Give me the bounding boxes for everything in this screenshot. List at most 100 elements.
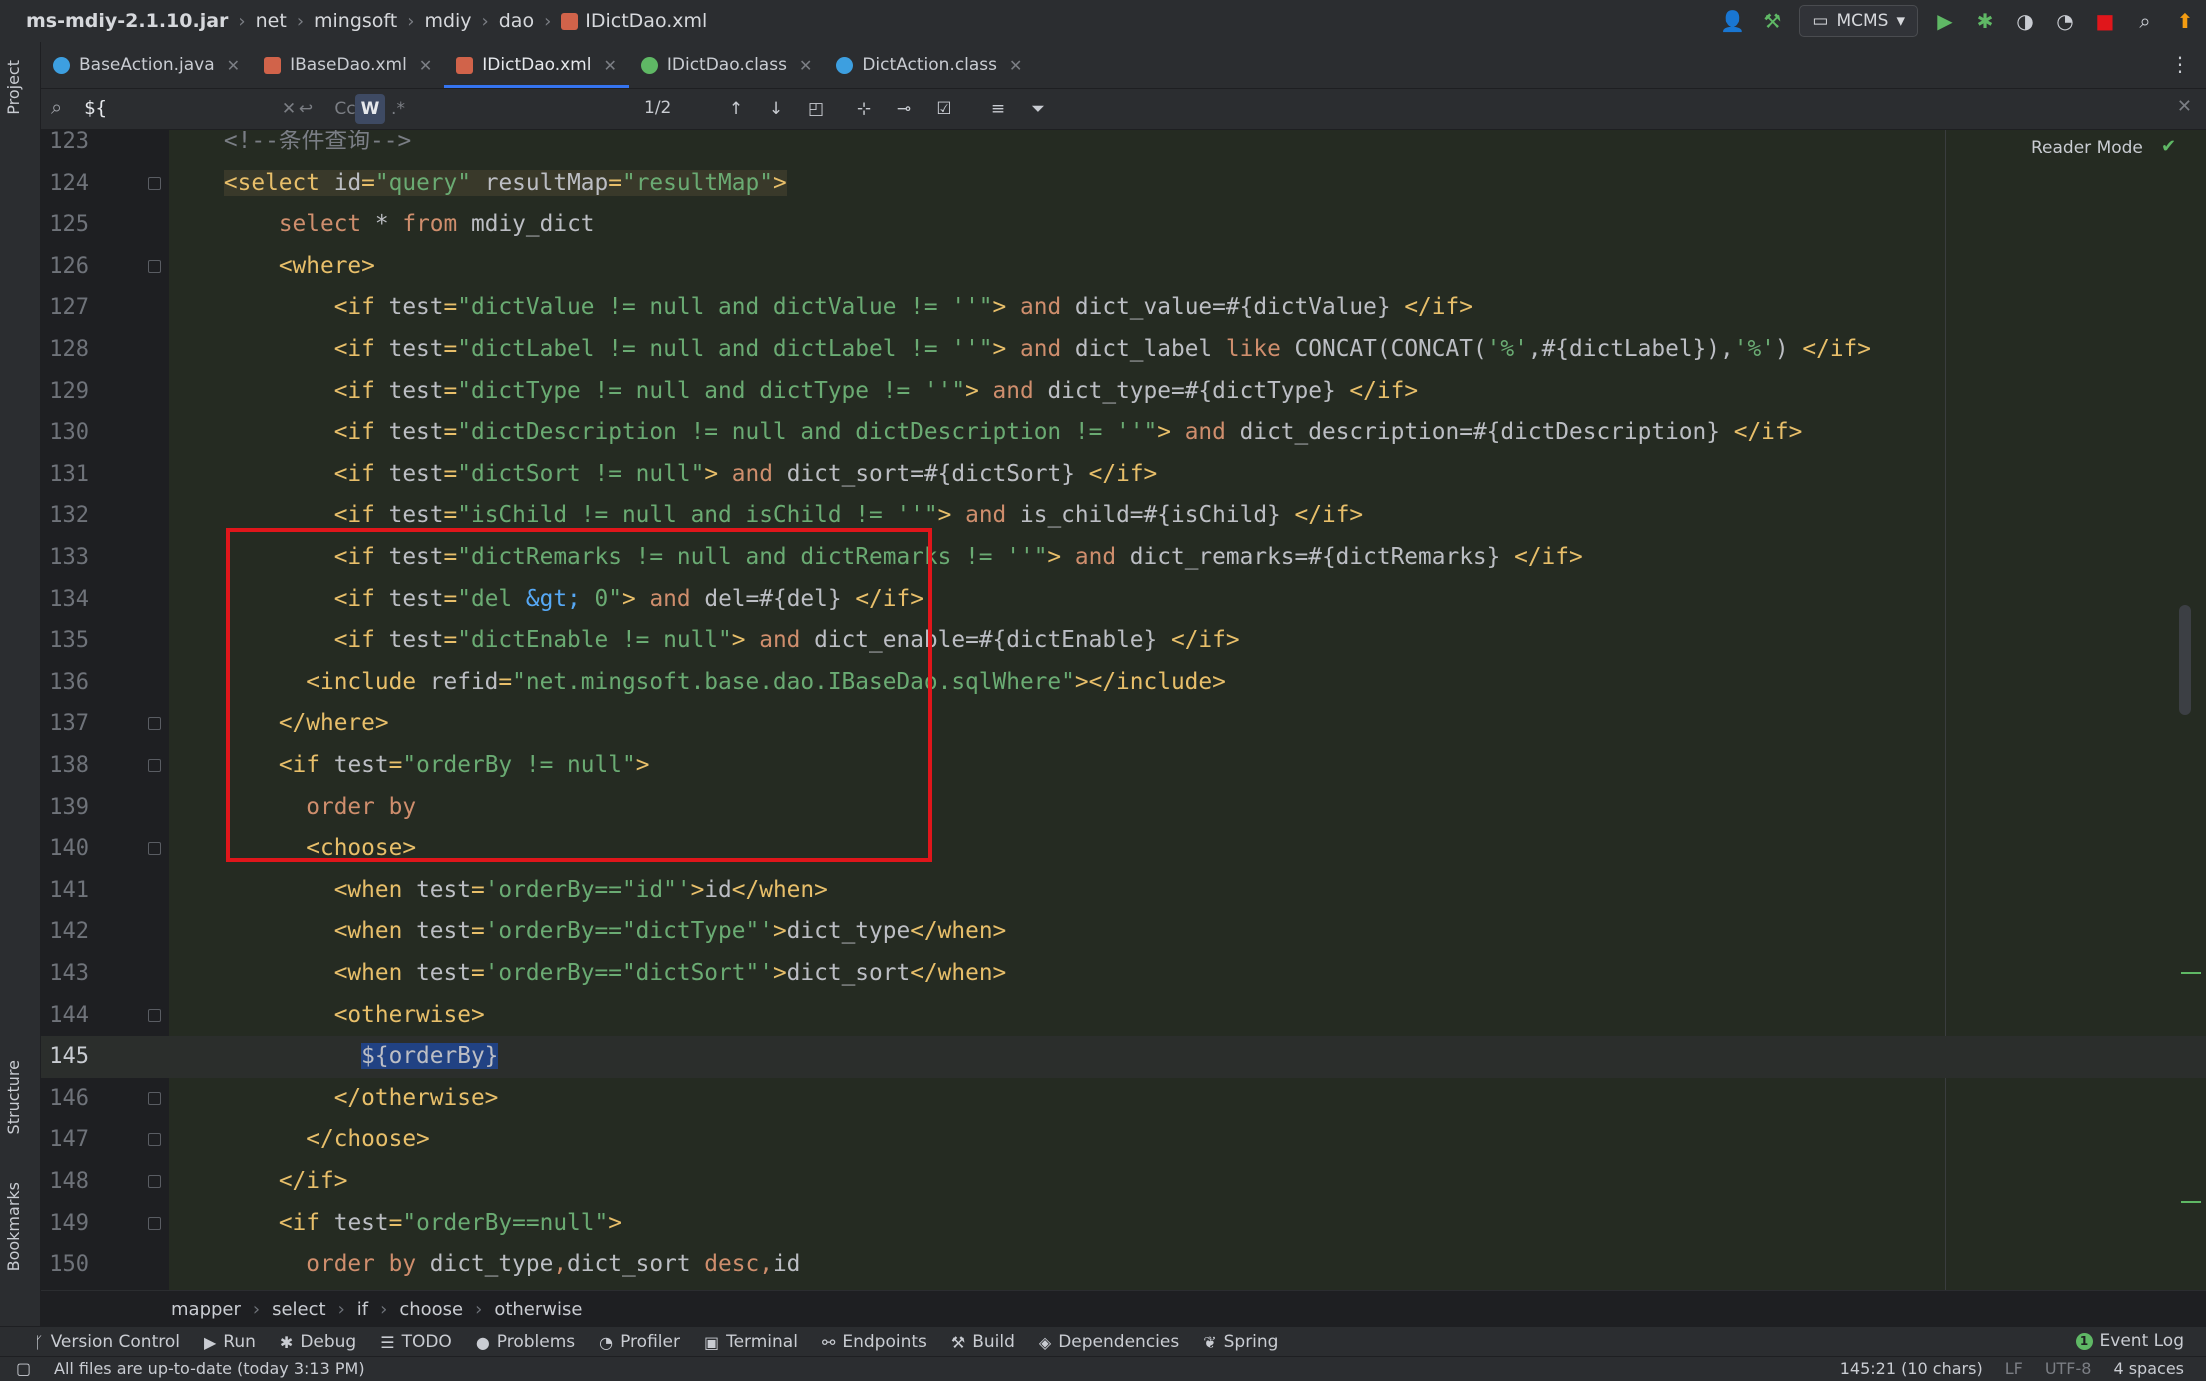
xml-path-select[interactable]: select bbox=[272, 1299, 325, 1320]
code-text[interactable]: ${orderBy} bbox=[169, 1036, 499, 1078]
line-number[interactable]: 149 bbox=[41, 1203, 89, 1245]
profile-icon[interactable]: ◔ bbox=[2052, 8, 2078, 34]
line-number[interactable]: 125 bbox=[41, 204, 89, 246]
code-text[interactable]: order by dict_type,dict_sort desc,id bbox=[169, 1244, 800, 1286]
fold-marker-icon[interactable] bbox=[148, 1008, 161, 1022]
fold-marker-icon[interactable] bbox=[148, 717, 161, 731]
line-number[interactable]: 126 bbox=[41, 246, 89, 288]
line-number[interactable]: 134 bbox=[41, 579, 89, 621]
close-icon[interactable]: ✕ bbox=[419, 56, 432, 75]
breadcrumb-file[interactable]: IDictDao.xml bbox=[585, 10, 707, 32]
xml-path-choose[interactable]: choose bbox=[399, 1299, 463, 1320]
project-panel-button[interactable]: Project bbox=[4, 60, 23, 115]
coverage-icon[interactable]: ◑ bbox=[2012, 8, 2038, 34]
code-line[interactable]: 149 <if test="orderBy==null"> bbox=[41, 1203, 2206, 1245]
fold-marker-icon[interactable] bbox=[148, 1133, 161, 1147]
code-text[interactable]: </otherwise> bbox=[169, 1078, 499, 1120]
code-line[interactable]: 142 <when test='orderBy=="dictType"'>dic… bbox=[41, 911, 2206, 953]
line-number[interactable]: 127 bbox=[41, 287, 89, 329]
line-number[interactable]: 138 bbox=[41, 745, 89, 787]
code-line[interactable]: 143 <when test='orderBy=="dictSort"'>dic… bbox=[41, 953, 2206, 995]
line-number[interactable]: 130 bbox=[41, 412, 89, 454]
line-number[interactable]: 124 bbox=[41, 163, 89, 205]
tool-window-todo[interactable]: ☰ TODO bbox=[380, 1332, 452, 1352]
line-number[interactable]: 132 bbox=[41, 495, 89, 537]
xml-path-otherwise[interactable]: otherwise bbox=[494, 1299, 582, 1320]
close-icon[interactable]: ✕ bbox=[2177, 96, 2192, 117]
breadcrumb-dao[interactable]: dao bbox=[499, 10, 534, 32]
tool-window-problems[interactable]: ● Problems bbox=[476, 1332, 575, 1352]
code-text[interactable]: <where> bbox=[169, 246, 375, 288]
line-number[interactable]: 129 bbox=[41, 371, 89, 413]
code-line[interactable]: 125 select * from mdiy_dict bbox=[41, 204, 2206, 246]
code-text[interactable]: </choose> bbox=[169, 1119, 430, 1161]
xml-path-mapper[interactable]: mapper bbox=[171, 1299, 241, 1320]
code-text[interactable]: select * from mdiy_dict bbox=[169, 204, 595, 246]
line-number[interactable]: 136 bbox=[41, 662, 89, 704]
close-icon[interactable]: ✕ bbox=[799, 56, 812, 75]
code-text[interactable]: <if test="dictSort != null"> and dict_so… bbox=[169, 454, 1158, 496]
stop-icon[interactable]: ■ bbox=[2092, 8, 2118, 34]
file-encoding[interactable]: UTF-8 bbox=[2045, 1359, 2092, 1378]
breadcrumb-jar[interactable]: ms-mdiy-2.1.10.jar bbox=[26, 10, 228, 32]
arrow-up-icon[interactable]: ↑ bbox=[721, 94, 751, 124]
code-line[interactable]: 126 <where> bbox=[41, 246, 2206, 288]
code-editor[interactable]: 123 <!--条件查询--> 124 <select id="query" re… bbox=[41, 130, 2206, 1290]
close-icon[interactable]: ✕ bbox=[1009, 56, 1022, 75]
fold-marker-icon[interactable] bbox=[148, 259, 161, 273]
filter-icon[interactable]: ⏷ bbox=[1023, 94, 1053, 124]
close-icon[interactable]: ✕ bbox=[603, 56, 616, 75]
code-text[interactable]: <if test="orderBy==null"> bbox=[169, 1203, 622, 1245]
line-number[interactable]: 141 bbox=[41, 870, 89, 912]
code-line[interactable]: 147 </choose> bbox=[41, 1119, 2206, 1161]
code-text[interactable]: <otherwise> bbox=[169, 995, 485, 1037]
run-configuration-select[interactable]: ▭ MCMS ▾ bbox=[1799, 5, 1918, 37]
code-line[interactable]: 131 <if test="dictSort != null"> and dic… bbox=[41, 454, 2206, 496]
words-toggle[interactable]: W bbox=[355, 94, 385, 124]
reader-mode-toggle[interactable]: Reader Mode bbox=[2031, 138, 2143, 158]
line-number[interactable]: 144 bbox=[41, 995, 89, 1037]
code-text[interactable]: <when test='orderBy=="dictType"'>dict_ty… bbox=[169, 911, 1007, 953]
select-occurrences-icon[interactable]: ☑ bbox=[929, 94, 959, 124]
code-text[interactable]: <if test="dictLabel != null and dictLabe… bbox=[169, 329, 1871, 371]
line-number[interactable]: 123 bbox=[41, 130, 89, 163]
line-number[interactable]: 140 bbox=[41, 828, 89, 870]
code-line[interactable]: 145 ${orderBy} bbox=[41, 1036, 2206, 1078]
xml-path-if[interactable]: if bbox=[357, 1299, 368, 1320]
tab-dictaction-class[interactable]: DictAction.class ✕ bbox=[824, 42, 1034, 88]
arrow-down-icon[interactable]: ↓ bbox=[761, 94, 791, 124]
line-number[interactable]: 135 bbox=[41, 620, 89, 662]
line-number[interactable]: 146 bbox=[41, 1078, 89, 1120]
line-number[interactable]: 150 bbox=[41, 1244, 89, 1286]
code-line[interactable]: 127 <if test="dictValue != null and dict… bbox=[41, 287, 2206, 329]
tool-window-debug[interactable]: ✱ Debug bbox=[280, 1332, 356, 1352]
run-icon[interactable]: ▶ bbox=[1932, 8, 1958, 34]
search-icon[interactable]: ⌕ bbox=[2132, 8, 2158, 34]
tool-window-profiler[interactable]: ◔ Profiler bbox=[599, 1332, 680, 1352]
code-text[interactable]: <if test="dictValue != null and dictValu… bbox=[169, 287, 1473, 329]
tool-window-endpoints[interactable]: ⚯ Endpoints bbox=[822, 1332, 927, 1352]
build-hammer-icon[interactable]: ⚒ bbox=[1759, 8, 1785, 34]
code-text[interactable]: <if test="dictType != null and dictType … bbox=[169, 371, 1418, 413]
line-number[interactable]: 148 bbox=[41, 1161, 89, 1203]
code-text[interactable]: <when test='orderBy=="id"'>id</when> bbox=[169, 870, 828, 912]
line-number[interactable]: 147 bbox=[41, 1119, 89, 1161]
code-line[interactable]: 148 </if> bbox=[41, 1161, 2206, 1203]
search-input[interactable]: ${ bbox=[84, 97, 107, 119]
indent-setting[interactable]: 4 spaces bbox=[2113, 1359, 2184, 1378]
line-number[interactable]: 142 bbox=[41, 911, 89, 953]
options-icon[interactable]: ≡ bbox=[983, 94, 1013, 124]
tab-idictdao-class[interactable]: IDictDao.class ✕ bbox=[629, 42, 824, 88]
tool-window-dependencies[interactable]: ◈ Dependencies bbox=[1039, 1332, 1179, 1352]
code-text[interactable]: <!--条件查询--> bbox=[169, 130, 411, 163]
line-number[interactable]: 137 bbox=[41, 703, 89, 745]
more-vertical-icon[interactable]: ⋮ bbox=[2170, 52, 2190, 76]
fold-marker-icon[interactable] bbox=[148, 1216, 161, 1230]
vertical-scrollbar[interactable] bbox=[2179, 605, 2191, 715]
fold-marker-icon[interactable] bbox=[148, 1175, 161, 1188]
fold-marker-icon[interactable] bbox=[148, 842, 161, 856]
add-occurrence-icon[interactable]: ⊹ bbox=[849, 94, 879, 124]
code-text[interactable]: <if test="dictDescription != null and di… bbox=[169, 412, 1803, 454]
code-line[interactable]: 128 <if test="dictLabel != null and dict… bbox=[41, 329, 2206, 371]
code-text[interactable]: <select id="query" resultMap="resultMap"… bbox=[169, 163, 787, 205]
